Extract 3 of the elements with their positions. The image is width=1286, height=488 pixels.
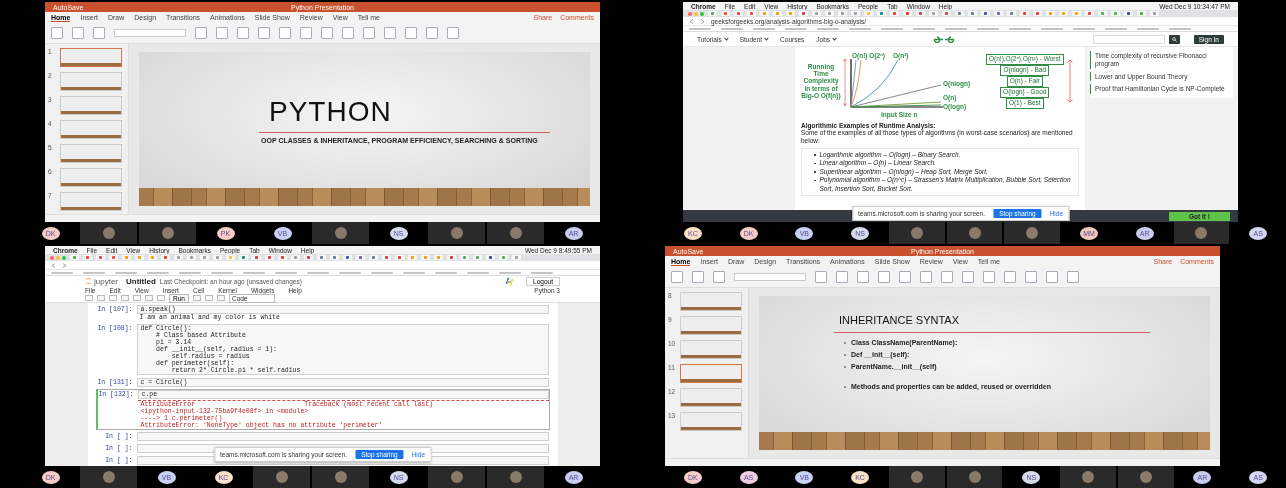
slide-title: INHERITANCE SYNTAX bbox=[838, 314, 960, 328]
slide-title: PYTHON bbox=[268, 96, 393, 128]
jupyter-logo-text: jupyter bbox=[94, 276, 118, 286]
